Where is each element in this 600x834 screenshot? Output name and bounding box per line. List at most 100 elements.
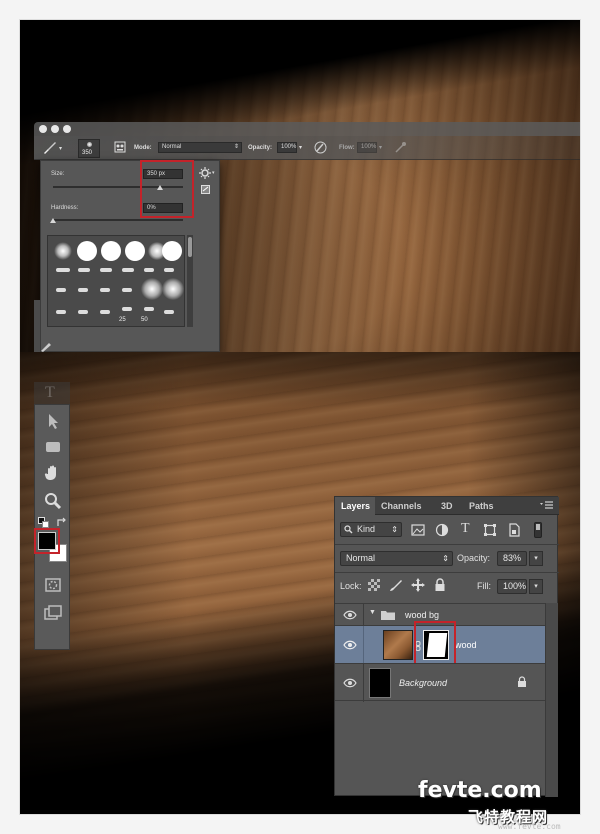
mode-label: Mode: <box>134 145 152 151</box>
brush-preset[interactable] <box>144 307 154 311</box>
brush-preset[interactable] <box>100 310 110 314</box>
layer-name[interactable]: Background <box>399 678 447 688</box>
flow-field[interactable]: 100% <box>357 142 377 153</box>
lock-position-icon[interactable] <box>411 578 425 592</box>
layer-opacity-field[interactable]: 83% <box>497 551 527 566</box>
brush-preset[interactable] <box>122 288 132 292</box>
brush-tool-icon[interactable] <box>42 141 58 155</box>
minimize-window-button[interactable] <box>51 125 59 133</box>
brush-preset[interactable] <box>78 288 88 292</box>
visibility-eye-icon[interactable] <box>343 678 357 688</box>
brush-preset[interactable] <box>56 310 66 314</box>
brush-preset[interactable] <box>78 310 88 314</box>
rectangle-tool-icon[interactable] <box>43 437 63 457</box>
tab-paths-label: Paths <box>469 501 494 511</box>
brush-preset[interactable] <box>56 268 70 272</box>
brush-preset[interactable] <box>144 268 154 272</box>
brush-preset[interactable] <box>77 241 97 261</box>
opacity-field[interactable]: 100% <box>277 142 297 153</box>
blend-mode-select[interactable]: Normal ⇕ <box>340 551 453 566</box>
hardness-slider-track[interactable] <box>53 219 183 221</box>
brush-preset[interactable] <box>164 268 174 272</box>
close-window-button[interactable] <box>39 125 47 133</box>
brush-preset[interactable] <box>56 288 66 292</box>
divider <box>335 572 559 573</box>
brush-preset[interactable] <box>162 241 182 261</box>
brush-preset[interactable] <box>122 268 134 272</box>
lock-image-pixels-icon[interactable] <box>389 578 403 592</box>
tab-3d[interactable]: 3D <box>441 497 453 515</box>
hand-tool-icon[interactable] <box>43 463 63 483</box>
fill-field[interactable]: 100% <box>497 579 527 594</box>
default-colors-icon[interactable] <box>38 517 49 528</box>
visibility-eye-icon[interactable] <box>343 610 357 620</box>
brush-tool-icon[interactable] <box>40 342 52 352</box>
flow-value: 100% <box>361 144 377 150</box>
opacity-dropdown-icon[interactable]: ▾ <box>529 551 543 566</box>
tab-layers[interactable]: Layers <box>335 497 375 515</box>
preset-scrollbar[interactable] <box>187 235 193 327</box>
filter-type-layers-icon[interactable]: T <box>461 521 470 537</box>
zoom-tool-icon[interactable] <box>43 491 63 511</box>
screen-mode-icon[interactable] <box>43 603 63 623</box>
folder-icon <box>381 611 395 620</box>
preset-scroll-thumb[interactable] <box>188 237 192 257</box>
brush-preset[interactable] <box>125 241 145 261</box>
filter-pixel-layers-icon[interactable] <box>411 523 425 537</box>
fill-label: Fill: <box>477 581 491 591</box>
tab-channels[interactable]: Channels <box>381 497 422 515</box>
filter-shape-layers-icon[interactable] <box>483 523 497 537</box>
brush-preset[interactable] <box>162 278 184 300</box>
brush-preset-picker[interactable]: 350 <box>78 139 100 158</box>
path-selection-tool-icon[interactable] <box>43 411 63 431</box>
filter-kind-select[interactable]: Kind ⇕ <box>340 522 402 537</box>
brush-preset[interactable] <box>122 307 132 311</box>
zoom-window-button[interactable] <box>63 125 71 133</box>
gear-dropdown-icon[interactable]: ▾ <box>212 170 215 176</box>
layer-name[interactable]: wood <box>455 640 477 650</box>
gear-icon[interactable] <box>199 167 211 179</box>
watermark-site-text: fevte.com <box>418 778 542 803</box>
divider <box>363 664 364 702</box>
mode-select[interactable]: Normal ⇕ <box>158 142 242 153</box>
layer-thumbnail[interactable] <box>369 668 391 698</box>
brush-preset[interactable] <box>100 288 110 292</box>
tool-preset-dropdown[interactable]: ▾ <box>59 145 62 152</box>
panel-menu-icon[interactable] <box>540 501 554 511</box>
brush-preset[interactable] <box>54 242 72 260</box>
layer-opacity-value: 83% <box>503 553 522 563</box>
brush-preset[interactable] <box>101 241 121 261</box>
quick-mask-icon[interactable] <box>43 575 63 595</box>
brush-preset[interactable] <box>78 268 90 272</box>
brush-preset[interactable] <box>164 310 174 314</box>
lock-transparent-pixels-icon[interactable] <box>368 579 380 591</box>
photoshop-window: ▾ 350 Mode: Normal ⇕ Opacity: 100% ▾ Flo… <box>34 122 580 352</box>
filter-smart-objects-icon[interactable] <box>507 523 521 537</box>
pressure-opacity-icon[interactable] <box>314 141 327 154</box>
layer-row-background[interactable]: Background <box>335 663 545 702</box>
swap-colors-icon[interactable] <box>56 517 67 528</box>
fill-dropdown-icon[interactable]: ▾ <box>529 579 543 594</box>
updown-arrows-icon: ⇕ <box>233 144 239 150</box>
tab-paths[interactable]: Paths <box>469 497 494 515</box>
type-tool-icon[interactable]: T <box>45 384 55 402</box>
filter-adjustment-layers-icon[interactable] <box>435 523 449 537</box>
visibility-eye-icon[interactable] <box>343 640 357 650</box>
opacity-dropdown-icon[interactable]: ▾ <box>299 144 302 151</box>
blend-mode-value: Normal <box>346 553 376 563</box>
airbrush-icon[interactable] <box>394 141 407 154</box>
flow-dropdown-icon[interactable]: ▾ <box>379 144 382 151</box>
tab-3d-label: 3D <box>441 501 453 511</box>
layer-thumbnail[interactable] <box>383 630 413 660</box>
filter-toggle-switch[interactable] <box>534 522 542 538</box>
brush-preset[interactable] <box>100 268 112 272</box>
hardness-slider-handle[interactable] <box>50 218 56 223</box>
window-titlebar <box>34 122 580 136</box>
layer-name[interactable]: wood bg <box>405 610 439 620</box>
new-preset-icon[interactable] <box>201 185 210 194</box>
brush-preset[interactable] <box>141 278 163 300</box>
brush-panel-toggle-icon[interactable] <box>114 141 126 153</box>
lock-all-icon[interactable] <box>433 578 447 592</box>
layers-scrollbar[interactable] <box>545 603 558 797</box>
group-expand-arrow-icon[interactable]: ▼ <box>369 609 376 616</box>
